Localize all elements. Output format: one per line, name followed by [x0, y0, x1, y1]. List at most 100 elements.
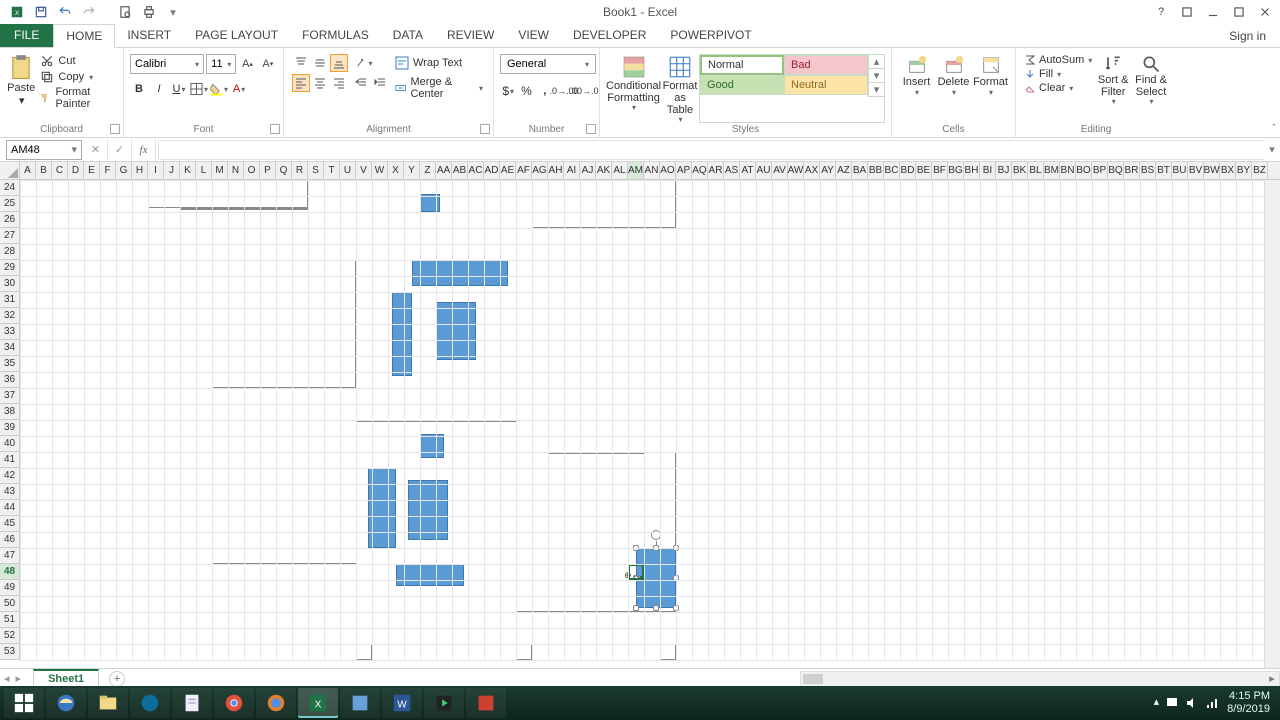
- tab-developer[interactable]: DEVELOPER: [561, 23, 658, 47]
- col-header[interactable]: AA: [436, 162, 452, 179]
- tray-up-icon[interactable]: ▴: [1154, 696, 1160, 710]
- style-normal[interactable]: Normal: [700, 55, 784, 75]
- col-header[interactable]: AO: [660, 162, 676, 179]
- col-header[interactable]: M: [212, 162, 228, 179]
- clock-time[interactable]: 4:15 PM: [1227, 690, 1270, 703]
- row-header[interactable]: 24: [0, 180, 20, 196]
- col-header[interactable]: BN: [1060, 162, 1076, 179]
- font-name-select[interactable]: Calibri▾: [130, 54, 204, 74]
- horizontal-scrollbar[interactable]: ◂ ▸: [800, 671, 1280, 687]
- col-header[interactable]: BI: [980, 162, 996, 179]
- col-header[interactable]: L: [196, 162, 212, 179]
- col-header[interactable]: BZ: [1252, 162, 1268, 179]
- collapse-ribbon-icon[interactable]: ˆ: [1272, 123, 1276, 135]
- col-header[interactable]: Q: [276, 162, 292, 179]
- font-color-button[interactable]: A▾: [230, 80, 248, 98]
- row-header[interactable]: 47: [0, 548, 20, 564]
- quick-print-icon[interactable]: [138, 1, 160, 23]
- col-header[interactable]: BE: [916, 162, 932, 179]
- row-header[interactable]: 36: [0, 372, 20, 388]
- col-header[interactable]: AF: [516, 162, 532, 179]
- row-header[interactable]: 31: [0, 292, 20, 308]
- align-middle-icon[interactable]: [311, 54, 329, 72]
- sheet-prev-icon[interactable]: ◂: [4, 672, 10, 685]
- row-header[interactable]: 48: [0, 564, 20, 580]
- row-header[interactable]: 43: [0, 484, 20, 500]
- tray-flag-icon[interactable]: [1165, 696, 1179, 710]
- row-header[interactable]: 32: [0, 308, 20, 324]
- cell-styles-gallery[interactable]: Normal Bad Good Neutral ▴▾▾: [699, 54, 885, 123]
- col-header[interactable]: BF: [932, 162, 948, 179]
- row-header[interactable]: 44: [0, 500, 20, 516]
- number-dialog-icon[interactable]: [586, 124, 596, 134]
- resize-handle[interactable]: [653, 605, 659, 611]
- taskbar-word-icon[interactable]: W: [382, 688, 422, 718]
- col-header[interactable]: Y: [404, 162, 420, 179]
- col-header[interactable]: BA: [852, 162, 868, 179]
- decrease-decimal-icon[interactable]: .00→.0: [575, 82, 593, 100]
- col-header[interactable]: BW: [1204, 162, 1220, 179]
- font-size-select[interactable]: 11▾: [206, 54, 236, 74]
- tab-data[interactable]: DATA: [381, 23, 435, 47]
- taskbar-edge-icon[interactable]: [130, 688, 170, 718]
- col-header[interactable]: AC: [468, 162, 484, 179]
- number-format-select[interactable]: General▾: [500, 54, 596, 74]
- underline-button[interactable]: U▾: [170, 80, 188, 98]
- col-header[interactable]: BS: [1140, 162, 1156, 179]
- clock-date[interactable]: 8/9/2019: [1227, 703, 1270, 716]
- col-header[interactable]: BD: [900, 162, 916, 179]
- row-header[interactable]: 45: [0, 516, 20, 532]
- col-header[interactable]: AQ: [692, 162, 708, 179]
- col-header[interactable]: AE: [500, 162, 516, 179]
- maximize-icon[interactable]: [1226, 1, 1252, 23]
- add-sheet-icon[interactable]: +: [109, 671, 125, 687]
- col-header[interactable]: Z: [420, 162, 436, 179]
- row-header[interactable]: 50: [0, 596, 20, 612]
- col-header[interactable]: AJ: [580, 162, 596, 179]
- grow-font-icon[interactable]: A▴: [238, 54, 256, 74]
- col-header[interactable]: AR: [708, 162, 724, 179]
- col-header[interactable]: F: [100, 162, 116, 179]
- col-header[interactable]: BJ: [996, 162, 1012, 179]
- col-header[interactable]: BY: [1236, 162, 1252, 179]
- merge-center-button[interactable]: Merge & Center▾: [395, 76, 483, 100]
- italic-button[interactable]: I: [150, 80, 168, 98]
- formula-input[interactable]: [158, 140, 1264, 160]
- row-header[interactable]: 41: [0, 452, 20, 468]
- row-header[interactable]: 35: [0, 356, 20, 372]
- resize-handle[interactable]: [633, 605, 639, 611]
- style-neutral[interactable]: Neutral: [784, 75, 868, 95]
- gallery-up-icon[interactable]: ▴: [869, 55, 884, 69]
- col-header[interactable]: AW: [788, 162, 804, 179]
- hscroll-thumb[interactable]: [803, 674, 823, 684]
- row-header[interactable]: 42: [0, 468, 20, 484]
- row-header[interactable]: 49: [0, 580, 20, 596]
- col-header[interactable]: BV: [1188, 162, 1204, 179]
- col-header[interactable]: BG: [948, 162, 964, 179]
- tab-pagelayout[interactable]: PAGE LAYOUT: [183, 23, 290, 47]
- fx-icon[interactable]: fx: [132, 140, 156, 160]
- shape-rect[interactable]: [396, 564, 464, 586]
- currency-icon[interactable]: $▾: [500, 82, 516, 100]
- row-header[interactable]: 34: [0, 340, 20, 356]
- border-button[interactable]: ▾: [190, 80, 208, 98]
- col-header[interactable]: AM: [628, 162, 644, 179]
- row-header[interactable]: 27: [0, 228, 20, 244]
- col-header[interactable]: K: [180, 162, 196, 179]
- clipboard-dialog-icon[interactable]: [110, 124, 120, 134]
- col-header[interactable]: R: [292, 162, 308, 179]
- taskbar-app-icon[interactable]: [340, 688, 380, 718]
- row-header[interactable]: 51: [0, 612, 20, 628]
- orientation-icon[interactable]: ▾: [352, 54, 376, 72]
- col-header[interactable]: BU: [1172, 162, 1188, 179]
- col-header[interactable]: BM: [1044, 162, 1060, 179]
- col-header[interactable]: N: [228, 162, 244, 179]
- col-header[interactable]: O: [244, 162, 260, 179]
- tab-view[interactable]: VIEW: [506, 23, 561, 47]
- signin-link[interactable]: Sign in: [1215, 25, 1280, 47]
- col-header[interactable]: AX: [804, 162, 820, 179]
- minimize-icon[interactable]: [1200, 1, 1226, 23]
- start-button[interactable]: [4, 688, 44, 718]
- align-top-icon[interactable]: [292, 54, 310, 72]
- col-header[interactable]: H: [132, 162, 148, 179]
